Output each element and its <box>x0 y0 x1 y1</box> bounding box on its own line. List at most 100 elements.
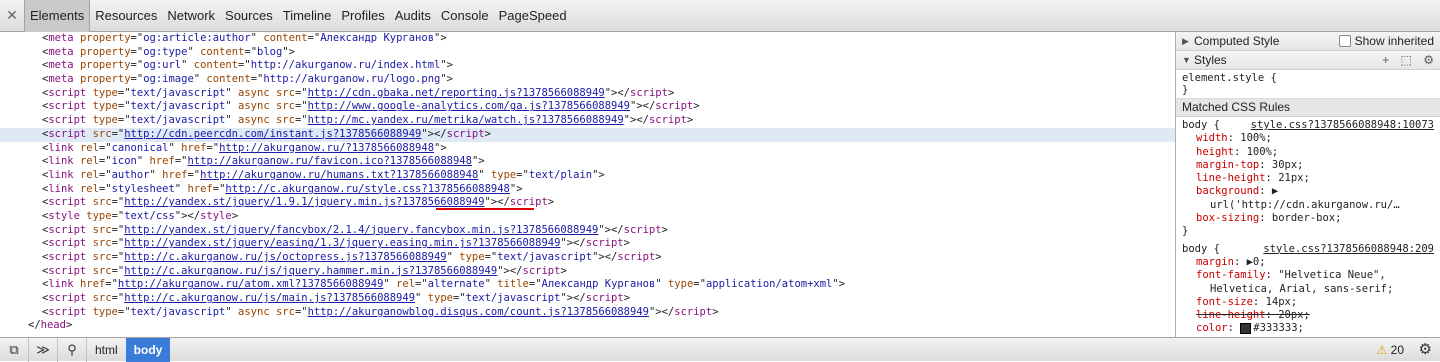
element-style-selector: element.style { <box>1182 72 1277 84</box>
toggle-state-icon[interactable]: ⬚ <box>1401 53 1412 67</box>
property-value: Helvetica, Arial, sans-serif; <box>1210 282 1394 295</box>
property-value: url('http://cdn.akurganow.ru/… <box>1210 198 1400 211</box>
tab-pagespeed[interactable]: PageSpeed <box>494 0 572 32</box>
dom-node-line[interactable]: <script type="text/javascript" async src… <box>0 306 1175 320</box>
property-name: margin <box>1196 255 1234 268</box>
css-property[interactable]: line-height: 20px; <box>1182 309 1434 322</box>
console-drawer-icon[interactable]: ≫ <box>29 337 58 362</box>
show-inherited-label: Show inherited <box>1354 34 1434 48</box>
property-value: "Helvetica Neue", <box>1278 269 1386 282</box>
dom-node-line[interactable]: </head> <box>0 319 1175 333</box>
property-value: 30px; <box>1271 158 1304 171</box>
tab-audits[interactable]: Audits <box>390 0 436 32</box>
breadcrumb-body[interactable]: body <box>125 337 171 362</box>
color-swatch-icon[interactable] <box>1240 322 1252 334</box>
dom-node-line[interactable]: <meta property="og:url" content="http://… <box>0 59 1175 73</box>
rule-selector: body { <box>1182 119 1220 131</box>
settings-gear-icon[interactable]: ⚙ <box>1419 338 1432 362</box>
property-value: 14px; <box>1265 295 1298 308</box>
tab-resources[interactable]: Resources <box>90 0 162 32</box>
dom-node-line[interactable]: <link rel="author" href="http://akurgano… <box>0 169 1175 183</box>
rule-source-link[interactable]: style.css?1378566088948:209 <box>1263 243 1434 256</box>
property-name: font-size <box>1196 295 1253 308</box>
dom-node-line[interactable]: <script type="text/javascript" async src… <box>0 100 1175 114</box>
css-rule[interactable]: body {style.css?1378566088948:10073 width… <box>1176 117 1440 241</box>
rule-close-brace: } <box>1182 225 1189 238</box>
css-property[interactable]: margin: ▶0; <box>1182 256 1434 269</box>
css-property[interactable]: url('http://cdn.akurganow.ru/… <box>1182 199 1434 212</box>
dock-icon[interactable]: ⧉ <box>0 337 29 362</box>
property-value: 20px; <box>1278 309 1310 322</box>
styles-header[interactable]: ▼ Styles + ⬚ ⚙ <box>1176 51 1440 70</box>
property-name: line-height <box>1196 309 1266 322</box>
element-style-close: } <box>1182 84 1189 96</box>
property-name: color <box>1196 322 1228 335</box>
gear-icon[interactable]: ⚙ <box>1423 53 1434 67</box>
dom-node-line[interactable]: <meta property="og:article:author" conte… <box>0 32 1175 46</box>
expand-triangle-icon[interactable]: ▶ <box>1182 32 1194 50</box>
tab-timeline[interactable]: Timeline <box>278 0 337 32</box>
element-style-rule[interactable]: element.style { } <box>1176 70 1440 99</box>
css-property[interactable]: line-height: 21px; <box>1182 172 1434 185</box>
tab-network[interactable]: Network <box>162 0 220 32</box>
property-name: width <box>1196 132 1228 145</box>
property-value: #333333; <box>1253 322 1304 335</box>
css-property[interactable]: margin-top: 30px; <box>1182 159 1434 172</box>
property-name: line-height <box>1196 172 1266 185</box>
dom-node-line[interactable]: <link rel="stylesheet" href="http://c.ak… <box>0 183 1175 197</box>
tab-profiles[interactable]: Profiles <box>336 0 389 32</box>
dom-node-line[interactable]: <meta property="og:type" content="blog"> <box>0 46 1175 60</box>
dom-node-line[interactable]: <link href="http://akurganow.ru/atom.xml… <box>0 278 1175 292</box>
dom-node-line[interactable]: <link rel="icon" href="http://akurganow.… <box>0 155 1175 169</box>
css-property[interactable]: Helvetica, Arial, sans-serif; <box>1182 283 1434 296</box>
css-property[interactable]: box-sizing: border-box; <box>1182 212 1434 225</box>
warning-icon: ⚠ <box>1376 343 1388 357</box>
property-name: height <box>1196 145 1234 158</box>
css-property[interactable]: font-family: "Helvetica Neue", <box>1182 269 1434 282</box>
property-name: font-family <box>1196 269 1266 282</box>
dom-node-line[interactable]: <script type="text/javascript" async src… <box>0 114 1175 128</box>
search-icon[interactable]: ⚲ <box>58 337 87 362</box>
property-name: box-sizing <box>1196 212 1260 225</box>
tab-elements[interactable]: Elements <box>24 0 91 32</box>
property-value: border-box; <box>1271 212 1342 225</box>
show-inherited-checkbox[interactable] <box>1338 35 1351 47</box>
dom-node-line[interactable]: <script src="http://c.akurganow.ru/js/ma… <box>0 292 1175 306</box>
breadcrumb: html body <box>87 337 171 362</box>
add-rule-icon[interactable]: + <box>1382 53 1389 67</box>
property-name: margin-top <box>1196 158 1260 171</box>
dom-node-line[interactable]: <script src="http://yandex.st/jquery/eas… <box>0 237 1175 251</box>
styles-label: Styles <box>1194 53 1227 67</box>
css-property[interactable]: width: 100%; <box>1182 132 1434 145</box>
warnings-counter[interactable]: ⚠ 20 <box>1377 338 1404 362</box>
devtools-toolbar: ✕ Elements Resources Network Sources Timelin… <box>0 0 1440 32</box>
tab-console[interactable]: Console <box>436 0 494 32</box>
dom-node-line[interactable]: <script type="text/javascript" async src… <box>0 87 1175 101</box>
breadcrumb-html[interactable]: html <box>87 338 126 362</box>
rule-selector: body { <box>1182 242 1220 255</box>
css-property[interactable]: color: #333333; <box>1182 322 1434 335</box>
dom-node-line[interactable]: <script src="http://yandex.st/jquery/fan… <box>0 224 1175 238</box>
property-value: 100%; <box>1246 145 1279 158</box>
collapse-triangle-icon[interactable]: ▼ <box>1182 51 1194 69</box>
close-icon[interactable]: ✕ <box>0 7 24 24</box>
tab-sources[interactable]: Sources <box>220 0 278 32</box>
css-property[interactable]: height: 100%; <box>1182 146 1434 159</box>
styles-sidebar: ▶ Computed Style Show inherited ▼ Styles… <box>1175 32 1440 337</box>
css-rule[interactable]: body { style.css?1378566088948:209 margin:… <box>1176 241 1440 337</box>
dom-node-line[interactable]: <script src="http://cdn.peercdn.com/inst… <box>0 127 1175 142</box>
rule-source-link[interactable]: style.css?1378566088948:10073 <box>1251 119 1434 132</box>
css-property[interactable]: font-size: 14px; <box>1182 296 1434 309</box>
css-rules-list: body {style.css?1378566088948:10073 width… <box>1176 117 1440 337</box>
dom-node-line[interactable]: <meta property="og:image" content="http:… <box>0 73 1175 87</box>
dom-node-line[interactable]: <style type="text/css"></style> <box>0 210 1175 224</box>
property-value: 21px; <box>1278 172 1310 185</box>
dom-node-line[interactable]: <script src="http://yandex.st/jquery/1.9… <box>0 196 1175 211</box>
matched-css-rules-header: Matched CSS Rules <box>1176 99 1440 117</box>
dom-node-line[interactable]: <script src="http://c.akurganow.ru/js/oc… <box>0 251 1175 265</box>
computed-style-header[interactable]: ▶ Computed Style Show inherited <box>1176 32 1440 51</box>
css-property[interactable]: background: ▶ <box>1182 185 1434 198</box>
dom-tree: <meta property="og:article:author" conte… <box>0 32 1175 337</box>
dom-node-line[interactable]: <script src="http://c.akurganow.ru/js/jq… <box>0 265 1175 279</box>
dom-node-line[interactable]: <link rel="canonical" href="http://akurg… <box>0 142 1175 156</box>
